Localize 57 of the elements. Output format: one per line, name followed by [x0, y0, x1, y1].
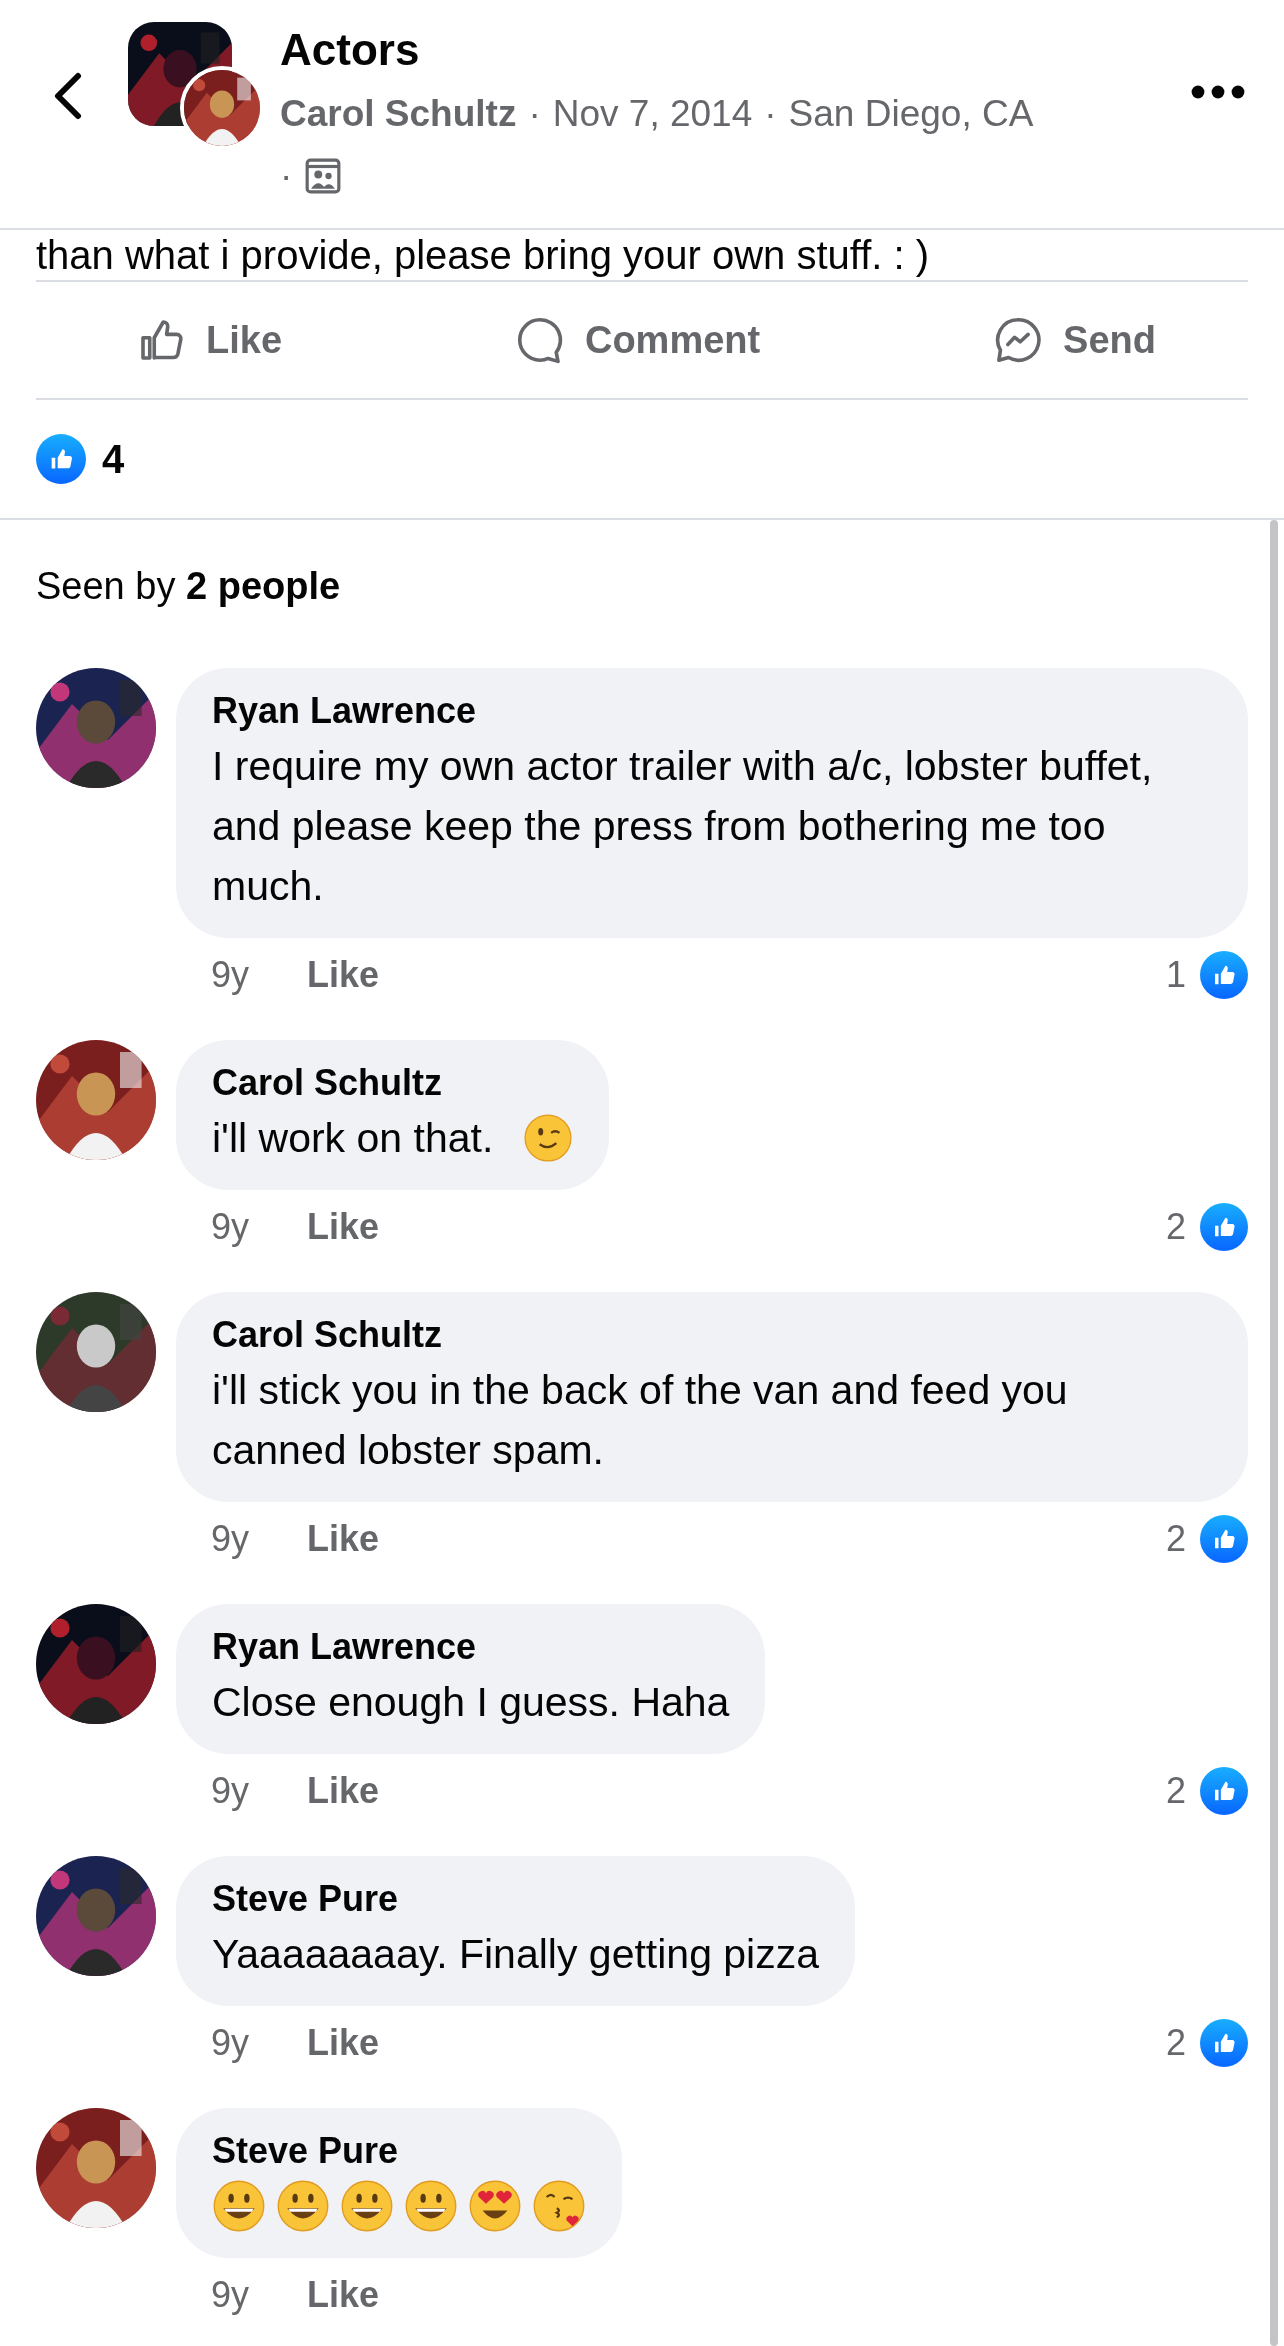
comment-text: I require my own actor trailer with a/c, lobster buffet, and please keep the press from bothering me too much.: [212, 742, 1154, 911]
post-meta: Nov 7, 2014: [552, 92, 753, 136]
like-reaction-icon: [36, 434, 86, 484]
commenter-name[interactable]: Carol Schultz: [212, 1058, 574, 1108]
winking-face-icon: [523, 1113, 574, 1163]
separator-dot: ·: [280, 154, 293, 198]
like-count: 2: [1165, 1206, 1186, 1248]
commenter-name[interactable]: Carol Schultz: [212, 1310, 1212, 1360]
author-link[interactable]: Carol Schultz: [280, 90, 517, 138]
commenter-name[interactable]: Ryan Lawrence: [212, 686, 1212, 736]
like-link[interactable]: Like: [307, 1206, 380, 1248]
comment-action-button[interactable]: Comment: [512, 313, 761, 367]
like-count: 2: [1165, 1770, 1186, 1812]
like-reaction-icon: [1200, 1203, 1248, 1251]
smiling-face-icon: [340, 2179, 394, 2233]
separator-dot: ·: [528, 92, 541, 136]
more-icon: [1190, 83, 1246, 100]
reaction-count[interactable]: 4: [102, 436, 125, 482]
post-text: than what i provide, please bring your own stuff. : ): [35, 232, 931, 279]
like-link[interactable]: Like: [307, 1518, 380, 1560]
smiling-face-icon: [276, 2179, 330, 2233]
comment-text: i'll work on that.: [212, 1114, 494, 1163]
comment-text: Close enough I guess. Haha: [212, 1678, 730, 1727]
seen-by-text[interactable]: Seen by 2 people: [0, 520, 1284, 610]
commenter-name[interactable]: Steve Pure: [212, 2126, 586, 2176]
like-count: 1: [1165, 954, 1186, 996]
like-link[interactable]: Like: [307, 2274, 380, 2316]
comment-time: 9y: [211, 2274, 251, 2316]
like-reaction-icon: [1200, 1515, 1248, 1563]
kissing-face-icon: [532, 2179, 586, 2233]
comment-text: i'll stick you in the back of the van and feed you canned lobster spam.: [212, 1366, 1069, 1475]
like-link[interactable]: Like: [307, 1770, 380, 1812]
group-title[interactable]: Actors: [280, 24, 1188, 76]
like-reaction-icon: [1200, 1767, 1248, 1815]
heart-eyes-face-icon: [468, 2179, 522, 2233]
separator-dot: ·: [764, 92, 777, 136]
comment-time: 9y: [211, 1206, 251, 1248]
like-count: 2: [1165, 2022, 1186, 2064]
send-action-button[interactable]: Send: [991, 313, 1156, 367]
smiling-face-icon: [404, 2179, 458, 2233]
comment-time: 9y: [211, 954, 251, 996]
like-reaction-icon: [1200, 951, 1248, 999]
comment-time: 9y: [211, 2022, 251, 2064]
like-action-button[interactable]: Like: [134, 313, 283, 367]
like-link[interactable]: Like: [307, 954, 380, 996]
like-reaction-icon: [1200, 2019, 1248, 2067]
commenter-name[interactable]: Steve Pure: [212, 1874, 820, 1924]
like-link[interactable]: Like: [307, 2022, 380, 2064]
smiling-face-icon: [212, 2179, 266, 2233]
post-meta: San Diego, CA: [788, 92, 1034, 136]
audience-icon: [304, 157, 343, 195]
back-chevron-icon: [54, 72, 82, 120]
like-count: 2: [1165, 1518, 1186, 1560]
comment-time: 9y: [211, 1518, 251, 1560]
comment-text: Yaaaaaaaay. Finally getting pizza: [212, 1930, 820, 1979]
commenter-name[interactable]: Ryan Lawrence: [212, 1622, 730, 1672]
comment-time: 9y: [211, 1770, 251, 1812]
